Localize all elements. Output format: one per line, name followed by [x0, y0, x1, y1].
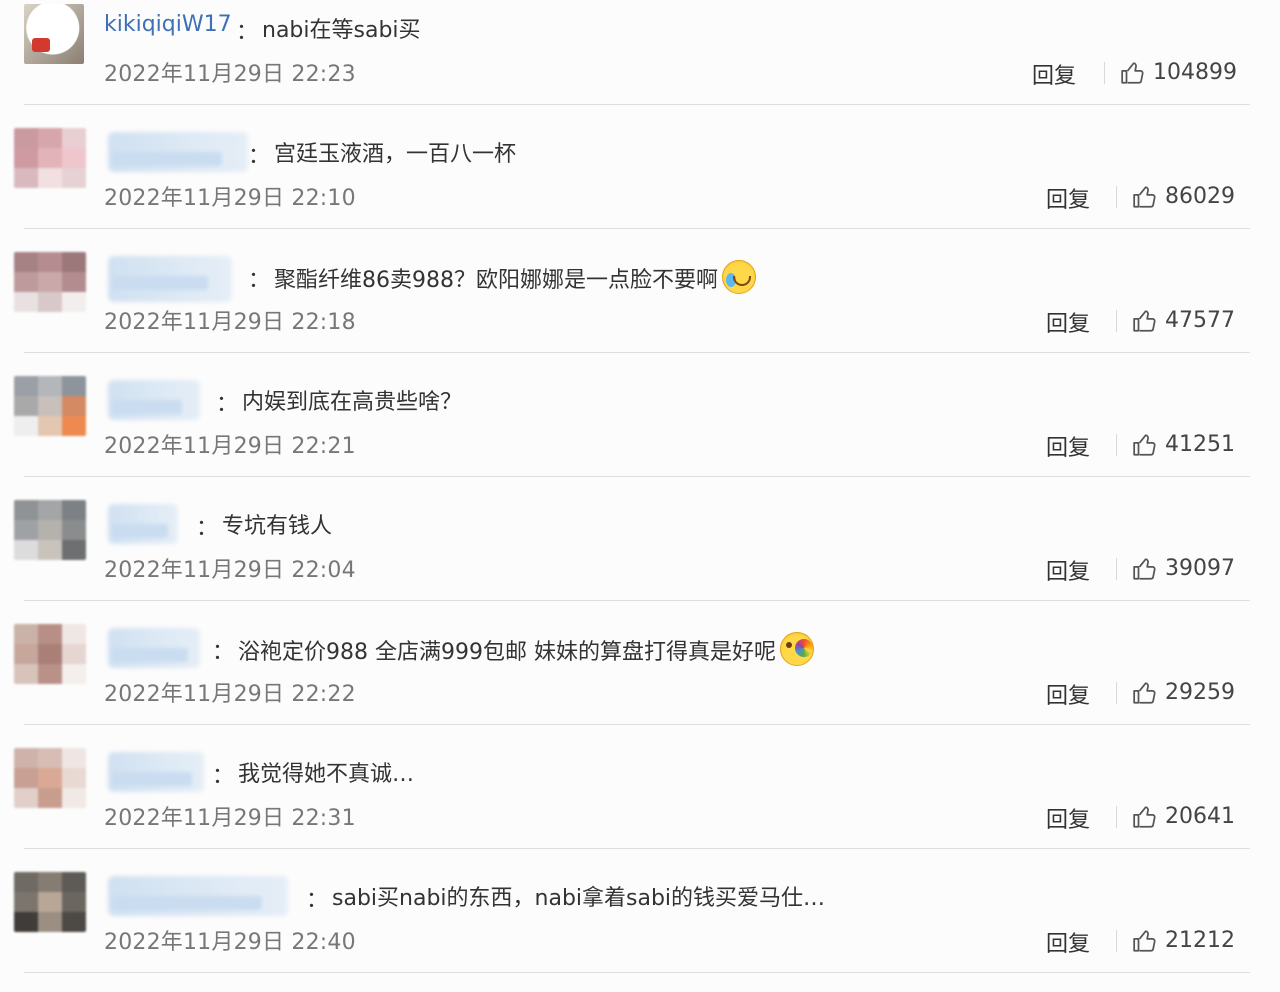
comment-text: 我觉得她不真诚…	[238, 762, 415, 787]
like-count: 104899	[1153, 60, 1237, 85]
divider-line	[24, 724, 1250, 725]
comment-text-content: 聚酯纤维86卖988？欧阳娜娜是一点脸不要啊	[274, 268, 718, 293]
thumbs-up-icon	[1133, 186, 1156, 208]
comment-colon: ：	[212, 640, 235, 665]
divider-line	[24, 972, 1250, 973]
reply-button[interactable]: 回复	[1032, 58, 1076, 90]
reply-button[interactable]: 回复	[1046, 306, 1090, 338]
comment-time: 2022年11月29日 22:23	[104, 62, 356, 87]
divider-line	[1116, 682, 1117, 704]
reply-button[interactable]: 回复	[1046, 554, 1090, 586]
divider-line	[1116, 186, 1117, 208]
divider-line	[24, 104, 1250, 105]
like-count: 47577	[1165, 308, 1235, 333]
comment-text: 宫廷玉液酒，一百八一杯	[274, 142, 517, 167]
thumbs-up-icon	[1133, 558, 1156, 580]
comment-text: 浴袍定价988 全店满999包邮 妹妹的算盘打得真是好呢	[238, 632, 814, 666]
reply-button[interactable]: 回复	[1046, 802, 1090, 834]
comment-text: 专坑有钱人	[222, 514, 333, 539]
username-blurred[interactable]	[108, 504, 178, 544]
comment-colon: ：	[306, 888, 329, 913]
thumbs-up-icon	[1133, 930, 1156, 952]
thumbs-up-icon	[1121, 62, 1144, 84]
divider-line	[1116, 930, 1117, 952]
divider-line	[1116, 310, 1117, 332]
avatar[interactable]	[14, 128, 86, 188]
avatar[interactable]	[14, 500, 86, 560]
divider-line	[1116, 558, 1117, 580]
comment-time: 2022年11月29日 22:21	[104, 434, 356, 459]
comment-item: ： 宫廷玉液酒，一百八一杯 2022年11月29日 22:10 回复 86029	[0, 124, 1280, 248]
comment-time: 2022年11月29日 22:31	[104, 806, 356, 831]
comment-time: 2022年11月29日 22:40	[104, 930, 356, 955]
comment-text: nabi在等sabi买	[262, 18, 421, 43]
comment-list: kikiqiqiW17 ： nabi在等sabi买 2022年11月29日 22…	[0, 0, 1280, 982]
divider-line	[24, 352, 1250, 353]
comment-text: sabi买nabi的东西，nabi拿着sabi的钱买爱马仕…	[332, 886, 826, 911]
comment-time: 2022年11月29日 22:10	[104, 186, 356, 211]
comment-item: ： sabi买nabi的东西，nabi拿着sabi的钱买爱马仕… 2022年11…	[0, 868, 1280, 992]
comment-item: ： 内娱到底在高贵些啥？ 2022年11月29日 22:21 回复 41251	[0, 372, 1280, 496]
comment-colon: ：	[236, 20, 259, 45]
comment-time: 2022年11月29日 22:04	[104, 558, 356, 583]
like-count: 29259	[1165, 680, 1235, 705]
thumbs-up-icon	[1133, 806, 1156, 828]
reply-button[interactable]: 回复	[1046, 182, 1090, 214]
divider-line	[24, 228, 1250, 229]
comment-colon: ：	[248, 268, 271, 293]
divider-line	[1104, 62, 1105, 84]
comment-item: ： 聚酯纤维86卖988？欧阳娜娜是一点脸不要啊 2022年11月29日 22:…	[0, 248, 1280, 372]
comment-item: ： 浴袍定价988 全店满999包邮 妹妹的算盘打得真是好呢 2022年11月2…	[0, 620, 1280, 744]
divider-line	[1116, 806, 1117, 828]
username-blurred[interactable]	[108, 132, 248, 172]
comment-time: 2022年11月29日 22:22	[104, 682, 356, 707]
thumbs-up-icon	[1133, 434, 1156, 456]
like-count: 21212	[1165, 928, 1235, 953]
crying-laughing-emoji-icon	[722, 260, 756, 294]
comment-item: kikiqiqiW17 ： nabi在等sabi买 2022年11月29日 22…	[0, 0, 1280, 124]
comment-colon: ：	[212, 764, 235, 789]
divider-line	[24, 476, 1250, 477]
like-count: 41251	[1165, 432, 1235, 457]
like-count: 86029	[1165, 184, 1235, 209]
comment-text-content: 浴袍定价988 全店满999包邮 妹妹的算盘打得真是好呢	[238, 640, 776, 665]
thumbs-up-icon	[1133, 682, 1156, 704]
reply-button[interactable]: 回复	[1046, 926, 1090, 958]
comment-colon: ：	[216, 392, 239, 417]
reply-button[interactable]: 回复	[1046, 678, 1090, 710]
comment-colon: ：	[196, 516, 219, 541]
comment-item: ： 专坑有钱人 2022年11月29日 22:04 回复 39097	[0, 496, 1280, 620]
avatar[interactable]	[14, 252, 86, 312]
comment-item: ： 我觉得她不真诚… 2022年11月29日 22:31 回复 20641	[0, 744, 1280, 868]
username-blurred[interactable]	[108, 380, 200, 420]
comment-time: 2022年11月29日 22:18	[104, 310, 356, 335]
reply-button[interactable]: 回复	[1046, 430, 1090, 462]
comment-text: 内娱到底在高贵些啥？	[242, 390, 463, 415]
rainbow-vomit-emoji-icon	[779, 632, 814, 666]
avatar[interactable]	[14, 872, 86, 932]
divider-line	[1116, 434, 1117, 456]
divider-line	[24, 848, 1250, 849]
avatar[interactable]	[14, 376, 86, 436]
username-blurred[interactable]	[108, 628, 200, 668]
divider-line	[24, 600, 1250, 601]
like-count: 20641	[1165, 804, 1235, 829]
username-blurred[interactable]	[108, 752, 204, 792]
username-blurred[interactable]	[108, 256, 232, 302]
username-blurred[interactable]	[108, 876, 288, 916]
like-count: 39097	[1165, 556, 1235, 581]
avatar[interactable]	[24, 4, 84, 64]
avatar[interactable]	[14, 624, 86, 684]
thumbs-up-icon	[1133, 310, 1156, 332]
avatar[interactable]	[14, 748, 86, 808]
comment-text: 聚酯纤维86卖988？欧阳娜娜是一点脸不要啊	[274, 260, 756, 294]
comment-username[interactable]: kikiqiqiW17	[104, 12, 232, 37]
comment-colon: ：	[248, 144, 271, 169]
